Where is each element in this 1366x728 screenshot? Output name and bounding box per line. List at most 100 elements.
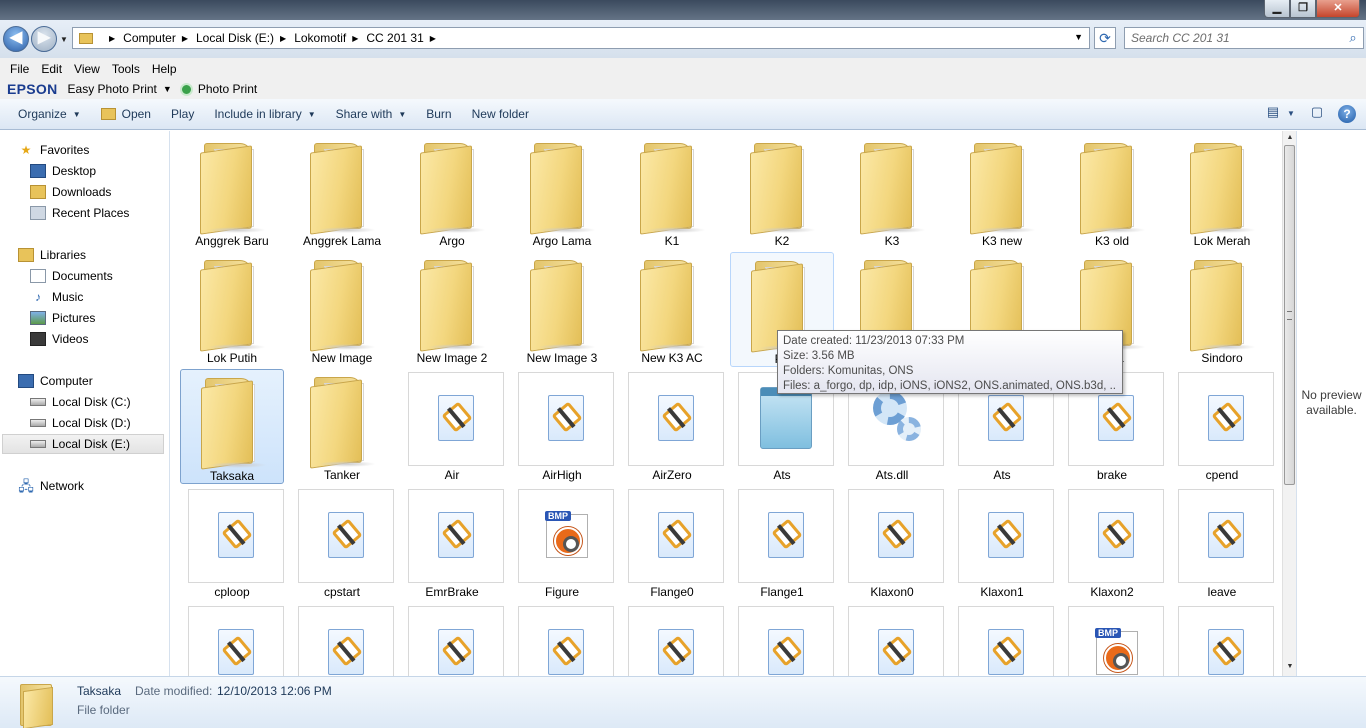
file-item[interactable] <box>950 603 1054 676</box>
breadcrumb-lokomotif[interactable]: Lokomotif ▶ <box>290 31 362 45</box>
file-item[interactable]: cpend <box>1170 369 1274 484</box>
search-icon[interactable]: ⌕ <box>1343 30 1363 46</box>
file-item[interactable] <box>840 603 944 676</box>
address-bar[interactable]: ▶ Computer ▶ Local Disk (E:) ▶ Lokomotif ▶ … <box>72 27 1090 49</box>
include-in-library-button[interactable]: Include in library ▼ <box>204 107 325 121</box>
forward-button[interactable]: ▶ <box>31 26 57 52</box>
sidebar-item-downloads[interactable]: Downloads <box>30 182 192 202</box>
change-view-icon[interactable]: ▤ <box>1262 104 1284 124</box>
sidebar-item-music[interactable]: ♪ Music <box>30 287 192 307</box>
file-item[interactable] <box>290 603 394 676</box>
vertical-scrollbar[interactable]: ▲ ▼ <box>1282 131 1296 676</box>
sidebar-item-documents[interactable]: Documents <box>30 266 192 286</box>
sidebar-item-recent-places[interactable]: Recent Places <box>30 203 192 223</box>
file-item[interactable] <box>1170 603 1274 676</box>
folder-item[interactable]: Anggrek Lama <box>290 135 394 250</box>
burn-button[interactable]: Burn <box>416 107 461 121</box>
scroll-up-icon[interactable]: ▲ <box>1285 134 1295 144</box>
file-item[interactable]: AirHigh <box>510 369 614 484</box>
scroll-down-icon[interactable]: ▼ <box>1285 663 1295 673</box>
folder-item[interactable]: K3 <box>840 135 944 250</box>
folder-item[interactable]: Anggrek Baru <box>180 135 284 250</box>
file-item[interactable]: Klaxon1 <box>950 486 1054 601</box>
minimize-button[interactable]: ▁ <box>1264 0 1290 18</box>
item-label: New K3 AC <box>641 351 703 365</box>
play-button[interactable]: Play <box>161 107 204 121</box>
sound-file-icon <box>768 629 804 675</box>
folder-item[interactable]: K3 new <box>950 135 1054 250</box>
folder-item[interactable]: New Image 3 <box>510 252 614 367</box>
file-item[interactable]: Klaxon2 <box>1060 486 1164 601</box>
breadcrumb-cc-201-31[interactable]: CC 201 31 ▶ <box>362 31 440 45</box>
menu-help[interactable]: Help <box>146 62 183 76</box>
folder-item[interactable]: Argo Lama <box>510 135 614 250</box>
file-item[interactable] <box>510 603 614 676</box>
file-item[interactable]: cpstart <box>290 486 394 601</box>
organize-button[interactable]: Organize ▼ <box>8 107 91 121</box>
folder-item[interactable]: New Image 2 <box>400 252 504 367</box>
maximize-button[interactable]: ❐ <box>1290 0 1316 18</box>
file-item[interactable] <box>400 603 504 676</box>
item-label: Sindoro <box>1201 351 1243 365</box>
folder-item[interactable]: Lok Putih <box>180 252 284 367</box>
search-input[interactable]: Search CC 201 31 ⌕ <box>1124 27 1364 49</box>
breadcrumb-local-disk-e[interactable]: Local Disk (E:) ▶ <box>192 31 290 45</box>
sidebar-item-network[interactable]: 🖧 Network <box>18 476 180 496</box>
file-item[interactable]: BMP <box>1060 603 1164 676</box>
folder-item[interactable]: Sindoro <box>1170 252 1274 367</box>
file-item[interactable]: BMP Figure <box>510 486 614 601</box>
view-options-dropdown-icon[interactable]: ▼ <box>1286 104 1296 124</box>
menu-edit[interactable]: Edit <box>35 62 68 76</box>
menu-view[interactable]: View <box>68 62 106 76</box>
open-button[interactable]: Open <box>91 107 161 121</box>
folder-item[interactable]: K1 <box>620 135 724 250</box>
folder-item[interactable]: K2 <box>730 135 834 250</box>
sidebar-item-local-disk-d[interactable]: Local Disk (D:) <box>30 413 192 433</box>
file-item[interactable]: AirZero <box>620 369 724 484</box>
new-folder-button[interactable]: New folder <box>462 107 539 121</box>
breadcrumb-root-arrow[interactable]: ▶ <box>99 34 119 43</box>
sidebar-item-local-disk-e[interactable]: Local Disk (E:) <box>2 434 164 454</box>
easy-photo-print-button[interactable]: Easy Photo Print <box>68 82 157 96</box>
folder-item[interactable]: Argo <box>400 135 504 250</box>
sidebar-item-computer[interactable]: Computer <box>18 371 180 391</box>
file-item[interactable]: EmrBrake <box>400 486 504 601</box>
folder-item[interactable]: Taksaka <box>180 369 284 484</box>
help-icon[interactable]: ? <box>1338 105 1356 123</box>
file-item[interactable]: Klaxon0 <box>840 486 944 601</box>
folder-item[interactable]: New K3 AC <box>620 252 724 367</box>
close-button[interactable]: ✕ <box>1316 0 1360 18</box>
file-item[interactable] <box>620 603 724 676</box>
menu-tools[interactable]: Tools <box>106 62 146 76</box>
sidebar-item-pictures[interactable]: Pictures <box>30 308 192 328</box>
photo-print-button[interactable]: Photo Print <box>179 82 257 96</box>
sidebar-item-local-disk-c[interactable]: Local Disk (C:) <box>30 392 192 412</box>
folder-item[interactable]: New Image <box>290 252 394 367</box>
easy-photo-print-dropdown-icon[interactable]: ▼ <box>163 84 172 94</box>
share-with-button[interactable]: Share with ▼ <box>326 107 417 121</box>
file-item[interactable] <box>730 603 834 676</box>
folder-item[interactable]: Lok Merah <box>1170 135 1274 250</box>
item-label: Lok Putih <box>206 351 258 365</box>
preview-pane-icon[interactable]: ▢ <box>1306 104 1328 124</box>
address-dropdown-icon[interactable]: ▼ <box>1074 32 1083 42</box>
back-button[interactable]: ◀ <box>3 26 29 52</box>
sidebar-item-libraries[interactable]: Libraries <box>18 245 180 265</box>
file-item[interactable]: Air <box>400 369 504 484</box>
sidebar-item-favorites[interactable]: ★ Favorites <box>18 140 180 160</box>
refresh-icon[interactable]: ⟳ <box>1094 27 1116 49</box>
recent-pages-dropdown-icon[interactable]: ▼ <box>60 35 68 44</box>
file-item[interactable] <box>180 603 284 676</box>
file-item[interactable]: leave <box>1170 486 1274 601</box>
menu-file[interactable]: File <box>4 62 35 76</box>
folder-item[interactable]: K3 old <box>1060 135 1164 250</box>
sidebar-item-videos[interactable]: Videos <box>30 329 192 349</box>
file-item[interactable]: Flange0 <box>620 486 724 601</box>
folder-item[interactable]: Tanker <box>290 369 394 484</box>
folder-icon <box>860 143 926 235</box>
file-item[interactable]: cploop <box>180 486 284 601</box>
scroll-thumb[interactable] <box>1284 145 1295 485</box>
file-item[interactable]: Flange1 <box>730 486 834 601</box>
sidebar-item-desktop[interactable]: Desktop <box>30 161 192 181</box>
breadcrumb-computer[interactable]: Computer ▶ <box>119 31 192 45</box>
